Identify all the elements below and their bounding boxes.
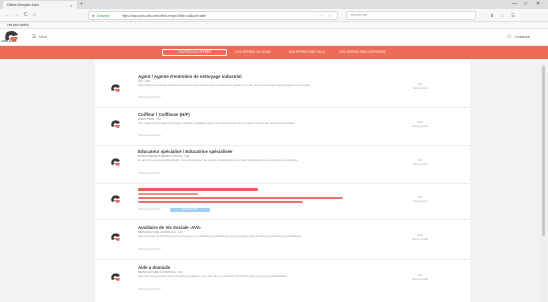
offer-description: Vous assurez le nettoyage industriel des…	[138, 84, 311, 87]
offer-arrow-icon[interactable]: ›	[450, 234, 451, 239]
offer-logo-icon	[111, 273, 120, 281]
home-icon[interactable]: ⌂	[33, 12, 36, 19]
browser-window: Offres d'emploi Jobs × + — □ ✕ ← → C ⌂ ●…	[0, 0, 548, 302]
offer-time: Temps partiel	[411, 124, 429, 129]
offer-time: Temps plein	[412, 162, 428, 167]
back-icon[interactable]: ←	[5, 12, 10, 19]
offer-logo-icon	[111, 84, 120, 92]
account-label: Connexion	[514, 35, 531, 39]
browser-search-input[interactable]: Rechercher	[346, 11, 476, 20]
url-text[interactable]: https://www.jobs-aep.com/offres-emploi?f…	[122, 12, 206, 20]
offer-arrow-icon[interactable]: ›	[450, 159, 451, 164]
user-icon: ⚇	[507, 34, 512, 40]
offer-published: Publiée le 12 février	[138, 96, 161, 99]
nav-all-offers[interactable]: TOUTES LES OFFRES	[162, 49, 227, 56]
hamburger-menu-icon[interactable]: ☰	[32, 34, 36, 40]
offer-logo-icon	[111, 233, 120, 241]
offer-description: Vous réalisez les prestations de coupe, …	[138, 122, 296, 125]
bookmarks-bar: Les plus visités	[0, 22, 548, 29]
offer-subtitle: CDI · AEP	[138, 80, 151, 83]
offer-arrow-icon[interactable]: ›	[450, 274, 451, 279]
address-bar[interactable]: ● Sécurisé https://www.jobs-aep.com/offr…	[88, 11, 338, 26]
new-offer-badge: Nouvelle offre	[170, 208, 210, 212]
offer-published: Publiée le 12 février	[138, 288, 161, 291]
offer-published: Publiée le 12 février	[138, 172, 161, 175]
offer-card[interactable]: Coiffeur / Coiffeuse (H/F) PARIS 75009 ·…	[95, 108, 470, 146]
offer-subtitle: ETABLISSEMENT MÉDICO-SOCIAL · CDI	[138, 155, 190, 158]
menu-label[interactable]: Menu	[39, 34, 47, 40]
offer-card[interactable]: Agent / Agente d'entretien de nettoyage …	[95, 72, 470, 108]
tab-title: Offres d'emploi Jobs	[7, 3, 39, 7]
offer-description: Vous aidez les personnes dans leurs tâch…	[138, 275, 288, 278]
offer-title[interactable]: Educateur spécialisé / Educatrice spécia…	[138, 149, 232, 154]
offer-time: Temps plein	[412, 86, 428, 91]
new-tab-icon[interactable]: +	[80, 1, 83, 8]
offer-card[interactable]: Auxiliaire de Vie Sociale -AVS- SERVICE …	[95, 220, 470, 260]
offer-subtitle: SERVICE D'AIDE À DOMICILE · CDI	[138, 271, 183, 274]
offer-published: Publiée le 12 février	[138, 134, 161, 137]
offer-logo-icon	[111, 120, 120, 128]
highlighted-text-line	[138, 201, 303, 203]
offer-card-highlighted[interactable]: Publiée le 12 février Nouvelle offre CDI…	[95, 184, 470, 220]
offer-title[interactable]: Agent / Agente d'entretien de nettoyage …	[138, 74, 242, 79]
logo-caption: Offres Emploi	[1, 40, 17, 43]
offer-time: Temps partiel	[411, 277, 429, 282]
toolbar-icons[interactable]: ⬇ ⌂ ☰	[490, 12, 518, 19]
category-nav: TOUTES LES OFFRES LES OFFRES DU JOUR LES…	[0, 46, 548, 59]
offer-arrow-icon[interactable]: ›	[450, 84, 451, 89]
tab-strip: Offres d'emploi Jobs × + — □ ✕	[0, 0, 548, 9]
offer-meta: CDI Temps plein	[400, 158, 440, 166]
offer-meta: CDI Temps plein	[400, 82, 440, 90]
maximize-icon[interactable]: □	[524, 1, 527, 8]
site-logo[interactable]	[3, 30, 21, 46]
tab-close-icon[interactable]: ×	[70, 2, 72, 9]
offer-arrow-icon[interactable]: ›	[450, 196, 451, 201]
nav-offers-city[interactable]: LES OFFRES PAR VILLE	[282, 49, 332, 56]
bookmark-most-visited[interactable]: Les plus visités	[7, 23, 29, 27]
account-button[interactable]: ⚇ Connexion	[507, 34, 530, 40]
offer-description: Au sein d'une équipe pluridisciplinaire,…	[138, 159, 299, 162]
offer-description: Vous intervenez au domicile de personnes…	[138, 235, 302, 238]
highlighted-title[interactable]	[138, 188, 258, 191]
highlighted-subtitle	[138, 193, 198, 195]
highlighted-text-line	[138, 197, 343, 199]
offer-time: Temps partiel	[411, 237, 429, 242]
browser-toolbar: ← → C ⌂ ● Sécurisé https://www.jobs-aep.…	[0, 9, 548, 26]
offer-title[interactable]: Auxiliaire de Vie Sociale -AVS-	[138, 225, 201, 230]
offer-published: Publiée le 12 février	[138, 208, 161, 211]
offer-arrow-icon[interactable]: ›	[450, 121, 451, 126]
offer-logo-icon	[111, 158, 120, 166]
offer-time: Temps plein	[412, 199, 428, 204]
window-close-icon[interactable]: ✕	[536, 1, 540, 8]
offer-subtitle: PARIS 75009 · CDI	[138, 118, 162, 121]
browser-tab[interactable]: Offres d'emploi Jobs ×	[3, 1, 77, 9]
scrollbar-thumb[interactable]	[542, 66, 545, 236]
offer-published: Publiée le 12 février	[138, 248, 161, 251]
offer-meta: CDI Temps partiel	[400, 273, 440, 281]
offer-meta: CDD Temps partiel	[400, 120, 440, 128]
lock-icon: ●	[92, 13, 95, 18]
offer-card[interactable]: Educateur spécialisé / Educatrice spécia…	[95, 146, 470, 184]
minimize-icon[interactable]: —	[512, 1, 517, 8]
offer-meta: CDD Temps partiel	[400, 233, 440, 241]
reload-icon[interactable]: C	[24, 12, 28, 19]
offer-title[interactable]: Aide à domicile	[138, 265, 170, 270]
offer-card[interactable]: Aide à domicile SERVICE D'AIDE À DOMICIL…	[95, 260, 470, 302]
forward-icon[interactable]: →	[14, 12, 19, 19]
secure-label: Sécurisé	[97, 14, 110, 18]
offer-logo-icon	[111, 195, 120, 203]
nav-offers-today[interactable]: LES OFFRES DU JOUR	[228, 49, 278, 56]
offer-subtitle: SERVICE D'AIDE À DOMICILE · CDI	[138, 231, 183, 234]
site-header: Offres Emploi ☰ Menu ⚇ Connexion	[0, 29, 548, 46]
offer-meta: CDI Temps plein	[400, 195, 440, 203]
offer-title[interactable]: Coiffeur / Coiffeuse (H/F)	[138, 112, 190, 117]
nav-offers-category[interactable]: LES OFFRES PAR CATÉGORIE	[335, 49, 390, 56]
